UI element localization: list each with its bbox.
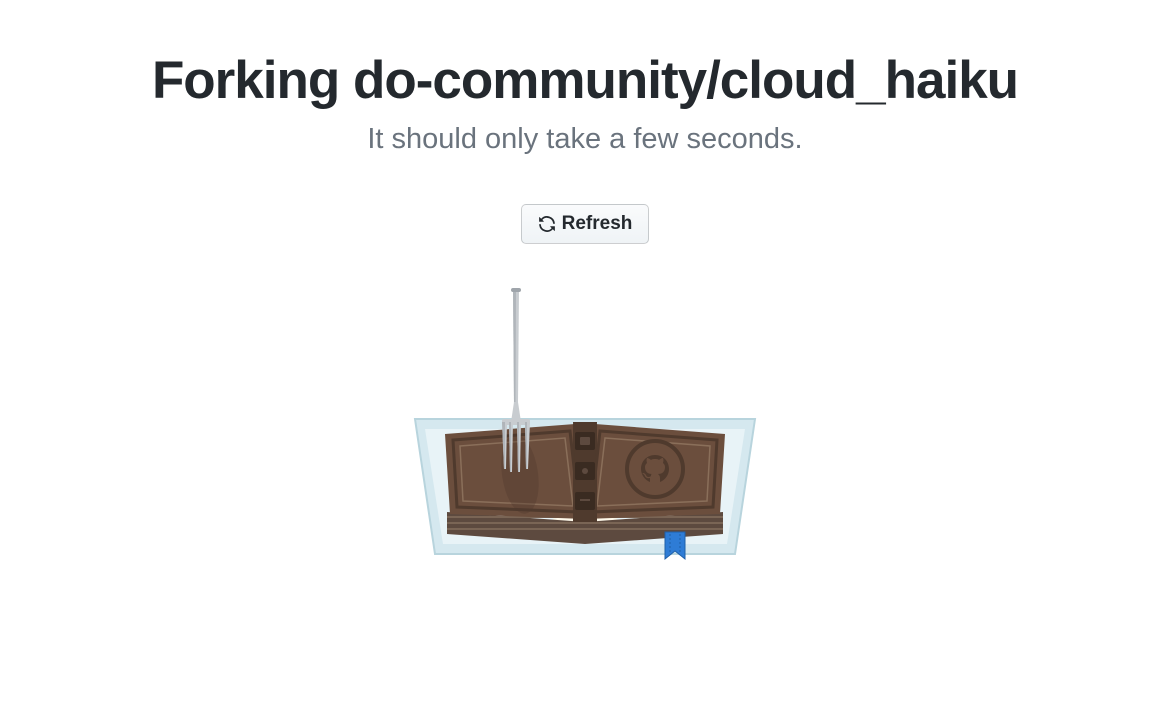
- page-title: Forking do-community/cloud_haiku: [152, 50, 1018, 111]
- refresh-button[interactable]: Refresh: [521, 204, 650, 244]
- refresh-icon: [538, 215, 556, 233]
- forking-illustration: [375, 274, 795, 594]
- refresh-button-label: Refresh: [562, 213, 633, 235]
- page-subtitle: It should only take a few seconds.: [367, 123, 802, 156]
